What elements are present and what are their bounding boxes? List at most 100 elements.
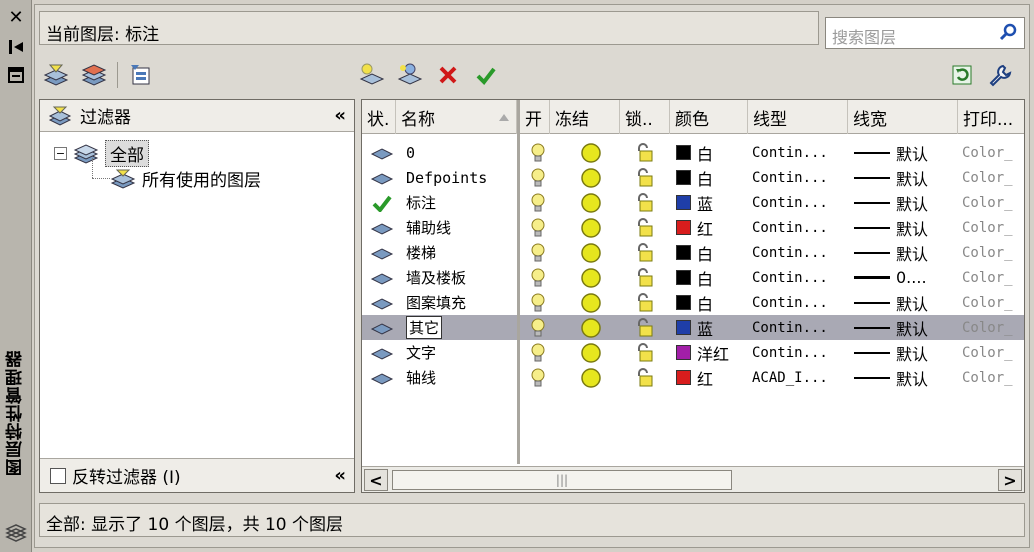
layer-row[interactable]: 0 白 Contin... 默认 Color_	[362, 140, 1024, 165]
layer-linetype[interactable]: ACAD_I...	[752, 365, 846, 390]
light-bulb-icon[interactable]	[528, 215, 548, 240]
refresh-icon[interactable]	[947, 60, 977, 90]
layer-status-icon[interactable]	[368, 365, 396, 390]
light-bulb-icon[interactable]	[528, 240, 548, 265]
freeze-sun-icon[interactable]	[576, 365, 606, 390]
layer-status-icon[interactable]	[368, 140, 396, 165]
layer-row[interactable]: 图案填充 白 Contin... 默认 Color_	[362, 290, 1024, 315]
settings-wrench-icon[interactable]	[985, 60, 1015, 90]
light-bulb-icon[interactable]	[528, 315, 548, 340]
close-icon[interactable]: ✕	[4, 6, 28, 28]
layer-row[interactable]: 标注 蓝 Contin... 默认 Color_	[362, 190, 1024, 215]
column-color[interactable]: 颜色	[670, 100, 748, 134]
layer-name[interactable]: 0	[406, 140, 516, 165]
lock-icon[interactable]	[630, 240, 660, 265]
layer-plot-style[interactable]: Color_	[962, 315, 1024, 340]
delete-layer-icon[interactable]	[433, 60, 463, 90]
collapse-toggle-icon[interactable]: −	[54, 147, 67, 160]
layer-color[interactable]: 红	[676, 365, 746, 390]
light-bulb-icon[interactable]	[528, 190, 548, 215]
freeze-sun-icon[interactable]	[576, 240, 606, 265]
lock-icon[interactable]	[630, 190, 660, 215]
layer-color[interactable]: 白	[676, 265, 746, 290]
lock-icon[interactable]	[630, 140, 660, 165]
layer-linetype[interactable]: Contin...	[752, 190, 846, 215]
column-status[interactable]: 状.	[362, 100, 396, 134]
collapse-panel-icon[interactable]: «	[334, 105, 346, 126]
layer-linetype[interactable]: Contin...	[752, 265, 846, 290]
column-on[interactable]: 开	[520, 100, 550, 134]
horizontal-scrollbar[interactable]: < ||| >	[362, 466, 1024, 492]
freeze-sun-icon[interactable]	[576, 140, 606, 165]
layer-plot-style[interactable]: Color_	[962, 165, 1024, 190]
lock-icon[interactable]	[630, 265, 660, 290]
current-layer-check-icon[interactable]	[368, 190, 396, 215]
freeze-sun-icon[interactable]	[576, 215, 606, 240]
layer-lineweight[interactable]: 默认	[854, 340, 956, 365]
layer-name[interactable]: 轴线	[406, 365, 516, 390]
layer-plot-style[interactable]: Color_	[962, 140, 1024, 165]
layer-name[interactable]: Defpoints	[406, 165, 516, 190]
freeze-sun-icon[interactable]	[576, 190, 606, 215]
layer-lineweight[interactable]: 默认	[854, 365, 956, 390]
layer-plot-style[interactable]: Color_	[962, 240, 1024, 265]
column-linetype[interactable]: 线型	[748, 100, 848, 134]
layer-lineweight[interactable]: 0....	[854, 265, 956, 290]
layer-plot-style[interactable]: Color_	[962, 290, 1024, 315]
column-name[interactable]: 名称	[396, 100, 517, 134]
new-layer-frozen-icon[interactable]	[395, 60, 425, 90]
lock-icon[interactable]	[630, 165, 660, 190]
search-icon[interactable]	[998, 22, 1018, 46]
layer-color[interactable]: 白	[676, 290, 746, 315]
layer-color[interactable]: 白	[676, 165, 746, 190]
freeze-sun-icon[interactable]	[576, 290, 606, 315]
frozen-column-splitter[interactable]	[517, 100, 520, 464]
layer-plot-style[interactable]: Color_	[962, 190, 1024, 215]
layer-status-icon[interactable]	[368, 315, 396, 340]
column-lock[interactable]: 锁..	[620, 100, 670, 134]
scroll-right-icon[interactable]: >	[998, 469, 1022, 491]
auto-hide-icon[interactable]	[4, 36, 28, 58]
layer-name[interactable]: 墙及楼板	[406, 265, 516, 290]
tree-node-all-used[interactable]: 所有使用的图层	[110, 166, 261, 191]
layer-row[interactable]: 轴线 红 ACAD_I... 默认 Color_	[362, 365, 1024, 390]
layer-color[interactable]: 蓝	[676, 190, 746, 215]
layer-name[interactable]: 辅助线	[406, 215, 516, 240]
layer-status-icon[interactable]	[368, 165, 396, 190]
collapse-panel-icon[interactable]: «	[334, 465, 346, 486]
layer-row[interactable]: 墙及楼板 白 Contin... 0.... Color_	[362, 265, 1024, 290]
layer-plot-style[interactable]: Color_	[962, 340, 1024, 365]
layer-lineweight[interactable]: 默认	[854, 240, 956, 265]
layer-row[interactable]: Defpoints 白 Contin... 默认 Color_	[362, 165, 1024, 190]
lock-icon[interactable]	[630, 340, 660, 365]
column-lineweight[interactable]: 线宽	[848, 100, 958, 134]
set-current-icon[interactable]	[471, 60, 501, 90]
layer-lineweight[interactable]: 默认	[854, 165, 956, 190]
layer-states-manager-icon[interactable]	[126, 60, 156, 90]
light-bulb-icon[interactable]	[528, 365, 548, 390]
layer-row[interactable]: 辅助线 红 Contin... 默认 Color_	[362, 215, 1024, 240]
new-property-filter-icon[interactable]	[41, 60, 71, 90]
column-plot-style[interactable]: 打印...	[958, 100, 1024, 134]
freeze-sun-icon[interactable]	[576, 315, 606, 340]
layer-color[interactable]: 洋红	[676, 340, 746, 365]
layer-color[interactable]: 白	[676, 140, 746, 165]
layer-name[interactable]: 楼梯	[406, 240, 516, 265]
layer-color[interactable]: 红	[676, 215, 746, 240]
new-group-filter-icon[interactable]	[79, 60, 109, 90]
light-bulb-icon[interactable]	[528, 140, 548, 165]
layer-name[interactable]: 标注	[406, 190, 516, 215]
search-layer-input[interactable]: 搜索图层	[825, 17, 1025, 49]
freeze-sun-icon[interactable]	[576, 165, 606, 190]
layer-name[interactable]: 文字	[406, 340, 516, 365]
light-bulb-icon[interactable]	[528, 340, 548, 365]
layer-linetype[interactable]: Contin...	[752, 165, 846, 190]
layer-lineweight[interactable]: 默认	[854, 140, 956, 165]
invert-filter-checkbox[interactable]	[50, 467, 66, 484]
light-bulb-icon[interactable]	[528, 265, 548, 290]
lock-icon[interactable]	[630, 215, 660, 240]
layer-lineweight[interactable]: 默认	[854, 290, 956, 315]
tree-node-all[interactable]: − 全部	[54, 140, 149, 167]
layer-linetype[interactable]: Contin...	[752, 215, 846, 240]
column-freeze[interactable]: 冻结	[550, 100, 620, 134]
